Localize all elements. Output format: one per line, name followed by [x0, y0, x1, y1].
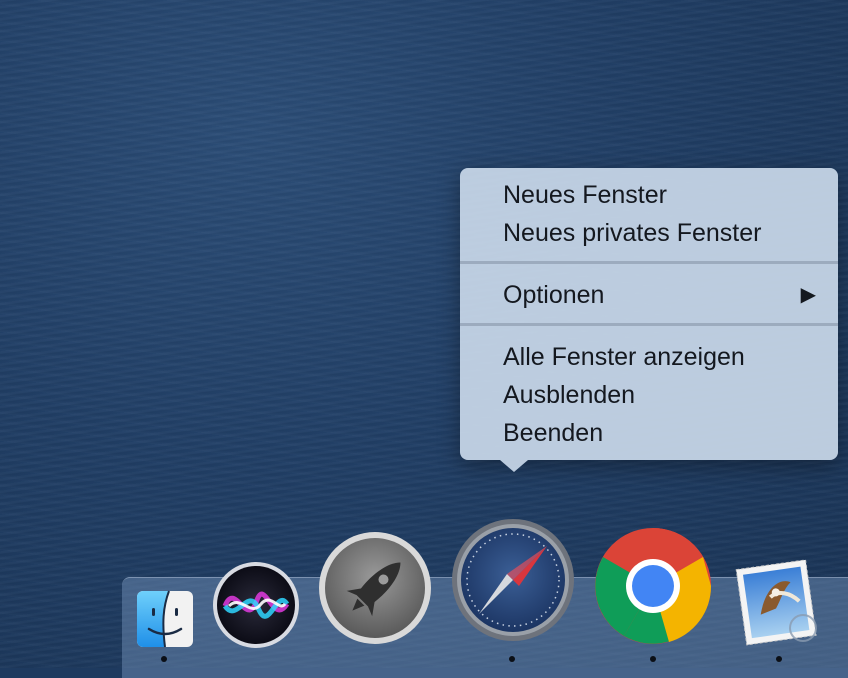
dock-app-chrome[interactable]: [593, 526, 713, 646]
menu-item-label: Neues Fenster: [503, 181, 667, 209]
running-indicator: [650, 656, 656, 662]
dock-app-siri[interactable]: [211, 560, 301, 650]
running-indicator: [776, 656, 782, 662]
running-indicator: [161, 656, 167, 662]
menu-item-hide[interactable]: Ausblenden: [460, 376, 838, 414]
menu-item-new-private-window[interactable]: Neues privates Fenster: [460, 214, 838, 252]
menu-item-quit[interactable]: Beenden: [460, 414, 838, 452]
launchpad-icon: [319, 532, 431, 644]
siri-icon: [213, 562, 299, 648]
menu-item-show-all-windows[interactable]: Alle Fenster anzeigen: [460, 338, 838, 376]
dock-app-finder[interactable]: [135, 589, 195, 649]
chrome-icon: [595, 528, 712, 644]
finder-icon: [137, 590, 193, 648]
dock-app-launchpad[interactable]: [318, 531, 432, 645]
menu-item-label: Alle Fenster anzeigen: [503, 343, 745, 371]
dock-app-safari[interactable]: [451, 518, 575, 642]
menu-item-label: Beenden: [503, 419, 604, 447]
menu-item-label: Ausblenden: [503, 381, 636, 409]
menu-item-label: Neues privates Fenster: [503, 219, 762, 247]
menu-item-new-window[interactable]: Neues Fenster: [460, 176, 838, 214]
menu-item-label: Optionen: [503, 281, 605, 309]
menu-separator: [460, 261, 838, 264]
submenu-arrow-icon: ▶: [800, 284, 816, 306]
dock-context-menu: Neues Fenster Neues privates Fenster Opt…: [460, 168, 838, 472]
dock-app-mail[interactable]: [735, 556, 823, 646]
running-indicator: [509, 656, 515, 662]
safari-icon: [452, 519, 574, 641]
menu-item-options[interactable]: Optionen ▶: [460, 276, 838, 314]
menu-separator: [460, 323, 838, 326]
mail-icon: [735, 559, 817, 646]
